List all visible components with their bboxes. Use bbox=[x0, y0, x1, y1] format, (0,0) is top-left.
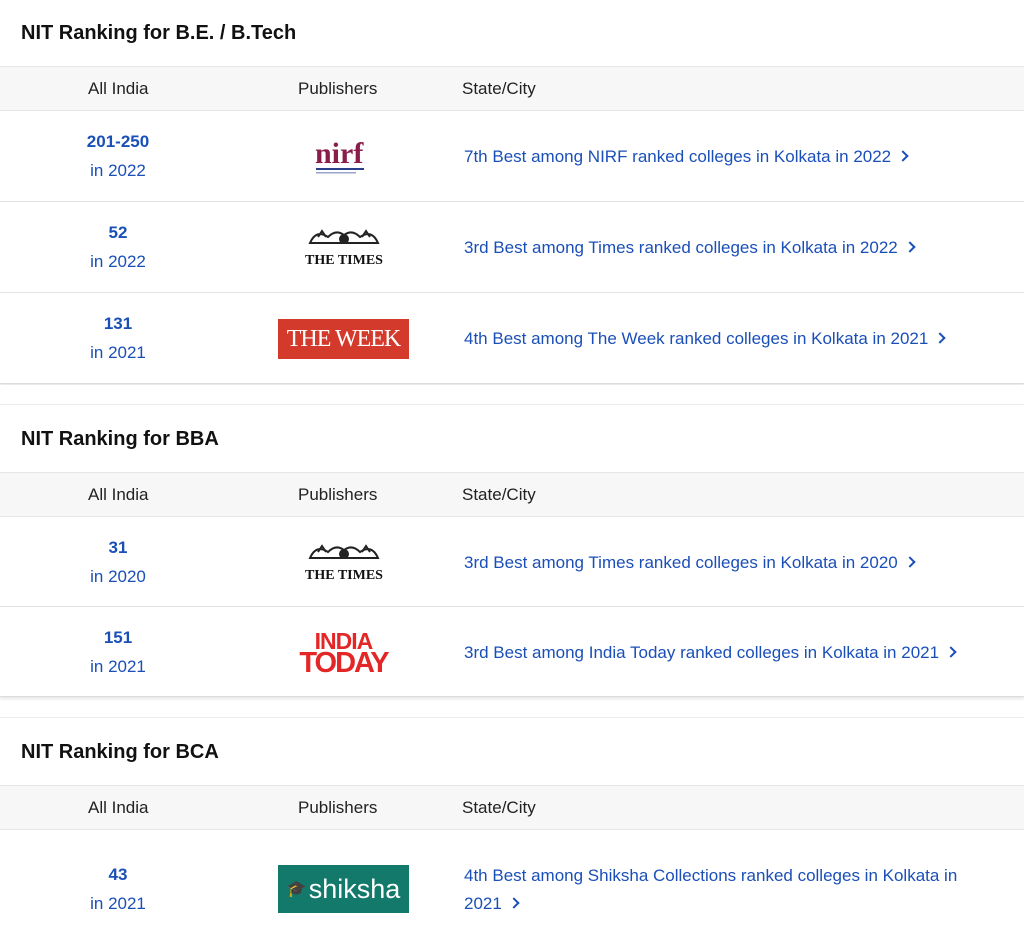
ranking-link[interactable]: 3rd Best among Times ranked colleges in … bbox=[464, 549, 916, 577]
rank-value: 201-250 bbox=[86, 132, 150, 151]
india-today-logo: INDIA TODAY bbox=[278, 630, 409, 679]
table-row: 43 in 2021 🎓 shiksha 4th Best among Shik… bbox=[0, 830, 1024, 930]
ranking-section-btech: NIT Ranking for B.E. / B.Tech All India … bbox=[0, 0, 1024, 384]
chevron-right-icon bbox=[904, 241, 916, 253]
table-header: All India Publishers State/City bbox=[0, 66, 1024, 111]
rank-value: 43 bbox=[108, 865, 128, 884]
ranking-link[interactable]: 4th Best among The Week ranked colleges … bbox=[464, 325, 947, 353]
table-row: 31 in 2020 THE TIMES 3rd Best among Time… bbox=[0, 517, 1024, 607]
col-all-india: All India bbox=[88, 798, 149, 817]
the-times-logo: THE TIMES bbox=[278, 226, 409, 268]
col-state-city: State/City bbox=[462, 79, 536, 98]
ranking-link-text: 3rd Best among India Today ranked colleg… bbox=[464, 643, 940, 662]
section-title: NIT Ranking for BBA bbox=[21, 428, 219, 450]
nirf-logo: nirf bbox=[278, 135, 409, 177]
rank-year: in 2022 bbox=[90, 252, 146, 271]
col-state-city: State/City bbox=[462, 485, 536, 504]
ranking-link-text: 4th Best among Shiksha Collections ranke… bbox=[464, 866, 958, 885]
ranking-section-bca: NIT Ranking for BCA All India Publishers… bbox=[0, 717, 1024, 929]
rank-value: 131 bbox=[103, 314, 133, 333]
rank-cell: 52 in 2022 bbox=[0, 218, 236, 276]
table-row: 151 in 2021 INDIA TODAY 3rd Best among I… bbox=[0, 607, 1024, 698]
ranking-link[interactable]: 3rd Best among India Today ranked colleg… bbox=[464, 639, 957, 667]
times-text: THE TIMES bbox=[305, 568, 383, 582]
rank-cell: 151 in 2021 bbox=[0, 623, 236, 681]
rank-year: in 2021 bbox=[90, 343, 146, 362]
col-publishers: Publishers bbox=[298, 79, 378, 98]
rank-cell: 131 in 2021 bbox=[0, 309, 236, 367]
section-divider bbox=[0, 385, 1024, 403]
rank-year: in 2021 bbox=[90, 894, 146, 913]
table-row: 52 in 2022 THE TIMES 3rd Best among Time… bbox=[0, 202, 1024, 293]
table-row: 131 in 2021 THE WEEK 4th Best among The … bbox=[0, 293, 1024, 384]
ranking-link-text: 7th Best among NIRF ranked colleges in K… bbox=[464, 147, 892, 166]
chevron-right-icon bbox=[934, 332, 947, 344]
ranking-section-bba: NIT Ranking for BBA All India Publishers… bbox=[0, 404, 1024, 697]
ranking-link[interactable]: 4th Best among Shiksha Collections ranke… bbox=[464, 862, 957, 918]
ranking-link[interactable]: 3rd Best among Times ranked colleges in … bbox=[464, 234, 916, 262]
col-all-india: All India bbox=[88, 485, 149, 504]
the-week-logo: THE WEEK bbox=[278, 318, 409, 360]
col-publishers: Publishers bbox=[298, 485, 378, 504]
rank-year: in 2022 bbox=[90, 161, 146, 180]
week-text: THE WEEK bbox=[278, 319, 409, 359]
rank-year: in 2020 bbox=[90, 567, 146, 586]
ranking-link-text-line2: 2021 bbox=[464, 894, 502, 913]
ranking-link-text: 3rd Best among Times ranked colleges in … bbox=[464, 553, 898, 572]
shiksha-text: shiksha bbox=[308, 873, 401, 904]
section-title: NIT Ranking for BCA bbox=[21, 741, 219, 763]
the-times-logo: THE TIMES bbox=[278, 541, 409, 583]
nirf-text: nirf bbox=[315, 137, 364, 170]
chevron-right-icon bbox=[897, 150, 909, 162]
india-today-text-2: TODAY bbox=[299, 647, 389, 679]
graduation-cap-icon: 🎓 bbox=[286, 881, 307, 898]
rank-year: in 2021 bbox=[90, 657, 146, 676]
ranking-link-text: 3rd Best among Times ranked colleges in … bbox=[464, 238, 898, 257]
chevron-right-icon bbox=[945, 646, 957, 658]
rank-cell: 31 in 2020 bbox=[0, 533, 236, 591]
rank-value: 31 bbox=[108, 538, 128, 557]
col-all-india: All India bbox=[88, 79, 149, 98]
table-header: All India Publishers State/City bbox=[0, 785, 1024, 830]
col-state-city: State/City bbox=[462, 798, 536, 817]
chevron-right-icon bbox=[904, 556, 916, 568]
rank-value: 151 bbox=[103, 628, 133, 647]
chevron-right-icon bbox=[508, 897, 520, 909]
rank-value: 52 bbox=[108, 223, 128, 242]
rank-cell: 43 in 2021 bbox=[0, 860, 236, 918]
ranking-link[interactable]: 7th Best among NIRF ranked colleges in K… bbox=[464, 143, 909, 171]
col-publishers: Publishers bbox=[298, 798, 378, 817]
times-text: THE TIMES bbox=[305, 253, 383, 267]
ranking-link-text: 4th Best among The Week ranked colleges … bbox=[464, 329, 929, 348]
table-row: 201-250 in 2022 nirf 7th Best among NIRF… bbox=[0, 111, 1024, 202]
rank-cell: 201-250 in 2022 bbox=[0, 127, 236, 185]
shiksha-logo: 🎓 shiksha bbox=[278, 864, 409, 914]
table-header: All India Publishers State/City bbox=[0, 472, 1024, 517]
section-title: NIT Ranking for B.E. / B.Tech bbox=[21, 22, 297, 44]
